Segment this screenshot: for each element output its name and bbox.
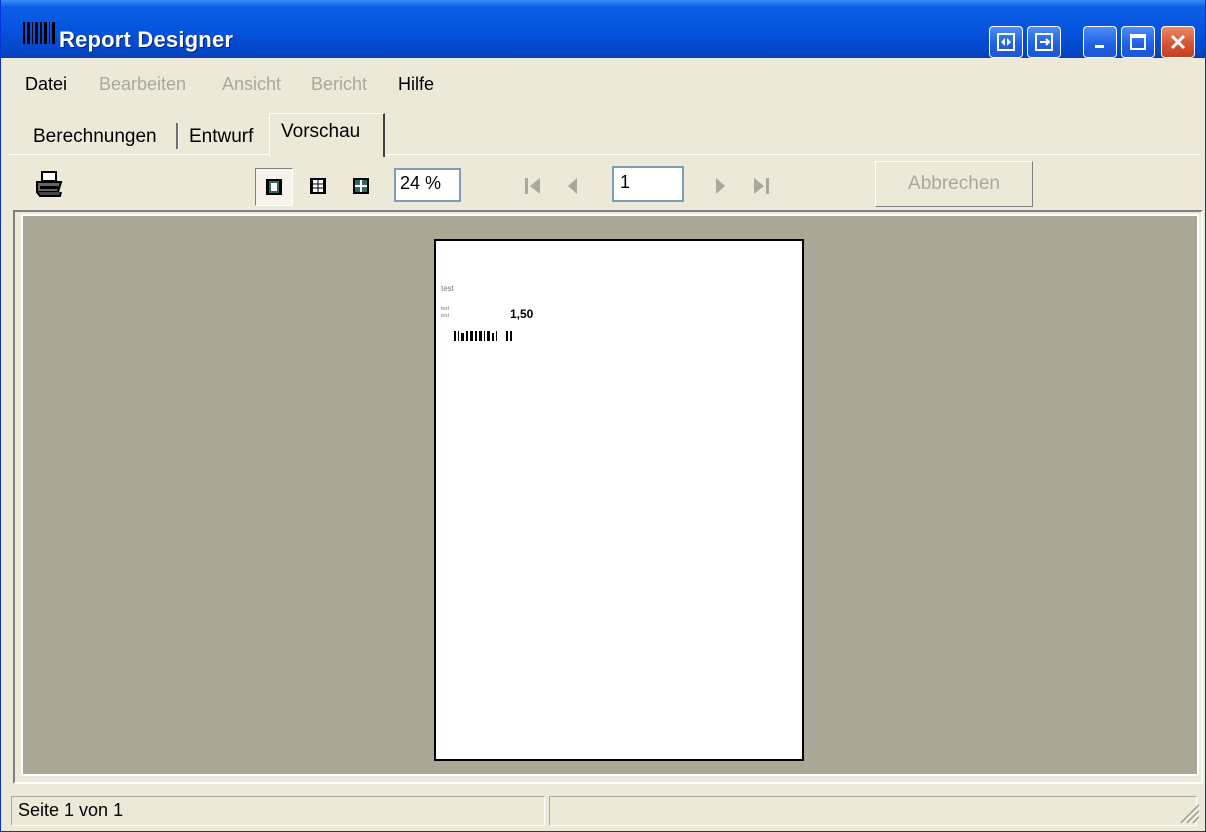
last-page-icon <box>754 178 769 194</box>
tab-entwurf[interactable]: Entwurf <box>189 126 253 148</box>
resize-window-button[interactable] <box>989 26 1023 58</box>
window-title: Report Designer <box>59 27 234 52</box>
printer-icon <box>36 171 63 197</box>
menu-bericht[interactable]: Bericht <box>311 74 367 95</box>
tab-vorschau-frame: Vorschau <box>269 113 385 157</box>
multi-page-icon <box>353 178 369 194</box>
report-small-label-1: text <box>441 306 450 312</box>
tab-separator <box>176 123 179 149</box>
single-page-icon <box>266 179 282 195</box>
single-page-view-button[interactable] <box>255 168 293 206</box>
close-button[interactable] <box>1161 26 1195 58</box>
tab-vorschau[interactable]: Vorschau <box>281 121 360 143</box>
print-button[interactable] <box>31 166 67 202</box>
two-pages-icon <box>310 178 326 194</box>
window-exit-icon <box>1035 33 1053 51</box>
menu-hilfe[interactable]: Hilfe <box>398 74 434 95</box>
menu-bearbeiten[interactable]: Bearbeiten <box>99 74 186 95</box>
first-page-icon <box>525 178 540 194</box>
report-title-text: test <box>441 284 454 293</box>
page-number-field[interactable]: 1 <box>612 166 684 202</box>
status-pane-secondary <box>549 796 1197 826</box>
menu-ansicht[interactable]: Ansicht <box>222 74 281 95</box>
report-designer-window: Report Designer Datei Bearbeiten Ansicht… <box>0 0 1206 832</box>
two-pages-view-button[interactable] <box>300 168 336 204</box>
previous-page-button[interactable] <box>555 168 591 204</box>
cancel-button[interactable]: Abbrechen <box>875 161 1033 207</box>
menu-bar: Datei Bearbeiten Ansicht Bericht Hilfe <box>1 68 1205 102</box>
minimize-button[interactable] <box>1083 26 1117 58</box>
last-page-button[interactable] <box>743 168 779 204</box>
report-small-label-2: text <box>441 313 450 319</box>
minimize-icon <box>1095 45 1104 48</box>
barcode-app-icon <box>23 22 55 44</box>
status-page-info: Seite 1 von 1 <box>11 796 545 826</box>
report-value-text: 1,50 <box>510 307 534 321</box>
zoom-field[interactable]: 24 % <box>394 168 461 202</box>
first-page-button[interactable] <box>515 168 551 204</box>
window-mode-button[interactable] <box>1027 26 1061 58</box>
report-page-preview: test text text 1,50 <box>434 239 804 761</box>
tab-berechnungen[interactable]: Berechnungen <box>33 126 157 148</box>
resize-grip-icon[interactable] <box>1177 801 1201 825</box>
next-page-icon <box>716 178 725 194</box>
next-page-button[interactable] <box>702 168 738 204</box>
menu-datei[interactable]: Datei <box>25 74 67 95</box>
close-icon <box>1170 34 1186 50</box>
tab-bar: Berechnungen Entwurf <box>1 106 1205 158</box>
maximize-button[interactable] <box>1121 26 1155 58</box>
report-barcode-image <box>454 331 512 341</box>
multi-page-view-button[interactable] <box>343 168 379 204</box>
previous-page-icon <box>568 178 577 194</box>
maximize-icon <box>1130 34 1146 50</box>
tab-underline <box>9 154 1201 155</box>
arrows-left-right-icon <box>997 33 1015 51</box>
title-bar[interactable]: Report Designer <box>1 0 1205 58</box>
